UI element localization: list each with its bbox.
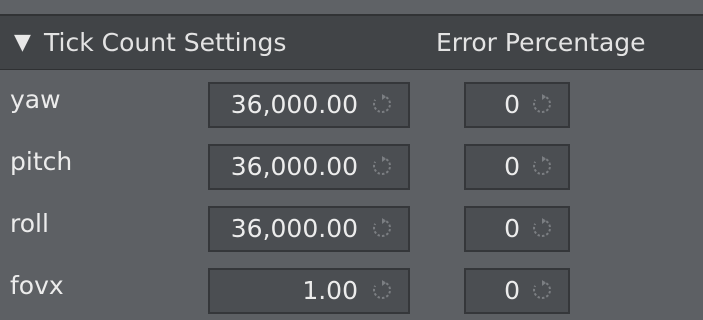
settings-panel: yaw 36,000.00 0 pitch 36,000.00 0 roll 3… [0, 70, 703, 320]
reset-icon[interactable] [532, 94, 552, 114]
row-label: yaw [10, 85, 61, 114]
value-text: 36,000.00 [230, 152, 358, 181]
error-field[interactable]: 0 [464, 268, 570, 314]
error-text: 0 [504, 214, 520, 243]
error-text: 0 [504, 90, 520, 119]
value-text: 36,000.00 [230, 214, 358, 243]
error-field[interactable]: 0 [464, 144, 570, 190]
error-field[interactable]: 0 [464, 206, 570, 252]
setting-row-yaw: yaw 36,000.00 0 [0, 70, 703, 132]
value-field[interactable]: 36,000.00 [208, 82, 410, 128]
setting-row-roll: roll 36,000.00 0 [0, 194, 703, 256]
reset-icon[interactable] [372, 156, 392, 176]
value-field[interactable]: 1.00 [208, 268, 410, 314]
error-field[interactable]: 0 [464, 82, 570, 128]
setting-row-fovx: fovx 1.00 0 [0, 256, 703, 318]
section-title: Tick Count Settings [44, 28, 287, 57]
section-header[interactable]: ▼ Tick Count Settings Error Percentage [0, 16, 703, 70]
row-label: fovx [10, 271, 64, 300]
value-field[interactable]: 36,000.00 [208, 144, 410, 190]
row-label: pitch [10, 147, 73, 176]
reset-icon[interactable] [532, 156, 552, 176]
value-field[interactable]: 36,000.00 [208, 206, 410, 252]
reset-icon[interactable] [372, 218, 392, 238]
column-title-error-percentage: Error Percentage [436, 28, 646, 57]
row-label: roll [10, 209, 49, 238]
value-text: 36,000.00 [230, 90, 358, 119]
reset-icon[interactable] [532, 280, 552, 300]
error-text: 0 [504, 152, 520, 181]
reset-icon[interactable] [372, 280, 392, 300]
reset-icon[interactable] [532, 218, 552, 238]
setting-row-pitch: pitch 36,000.00 0 [0, 132, 703, 194]
top-strip [0, 0, 703, 14]
error-text: 0 [504, 276, 520, 305]
value-text: 1.00 [302, 276, 358, 305]
reset-icon[interactable] [372, 94, 392, 114]
collapse-triangle-icon[interactable]: ▼ [14, 28, 31, 58]
